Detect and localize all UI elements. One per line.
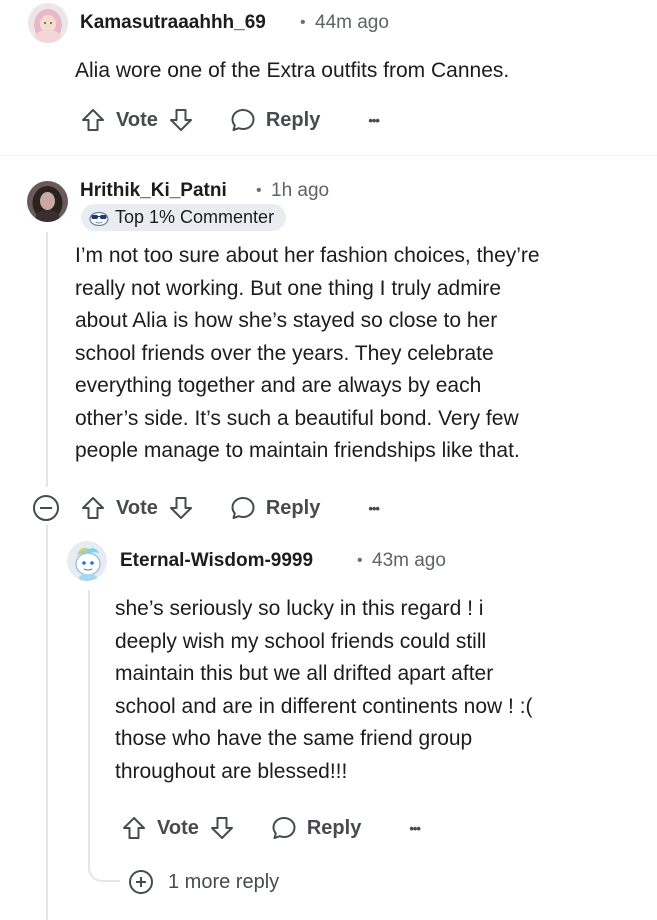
- avatar[interactable]: [27, 181, 68, 222]
- upvote-arrow-icon: [82, 109, 104, 131]
- reply-label: Reply: [265, 496, 321, 519]
- reply-connector: [88, 860, 120, 882]
- comment-body-line: other’s side. It’s such a beautiful bond…: [75, 406, 519, 430]
- avatar-pink-hair-icon: [28, 3, 68, 43]
- comment-body: she’s seriously so lucky in this regard …: [115, 593, 533, 788]
- reply-button[interactable]: Reply: [230, 107, 320, 133]
- comment-body-line: maintain this but we all drifted apart a…: [115, 662, 494, 685]
- more-options-icon: •••: [368, 500, 380, 516]
- collapse-minus-icon: [33, 495, 59, 521]
- thread-line: [88, 590, 90, 870]
- avatar-dark-hair-icon: [27, 181, 68, 222]
- comment-timestamp: 1h ago: [271, 180, 330, 201]
- downvote-arrow-icon: [210, 817, 233, 839]
- vote-label: Vote: [116, 108, 158, 131]
- comment-actions: Vote Reply •••: [121, 808, 421, 848]
- downvote-arrow-icon: [169, 109, 192, 131]
- avatar[interactable]: [67, 541, 107, 581]
- comment-body: Alia wore one of the Extra outfits from …: [75, 55, 509, 88]
- comment-body-line: school friends over the years. They cele…: [75, 341, 494, 365]
- more-options-button[interactable]: •••: [368, 500, 380, 516]
- downvote-arrow-icon: [169, 497, 192, 519]
- comment-body-line: deeply wish my school friends could stil…: [115, 629, 487, 653]
- vote-label: Vote: [157, 816, 199, 839]
- thread-line: [46, 525, 48, 920]
- avatar-unicorn-snoo-icon: [67, 541, 107, 581]
- collapse-button[interactable]: [32, 494, 60, 522]
- vote-label: Vote: [116, 496, 158, 519]
- separator-dot: •: [256, 182, 262, 199]
- downvote-button[interactable]: [209, 815, 235, 841]
- upvote-button[interactable]: Vote: [121, 815, 209, 841]
- comment-actions: Vote Reply •••: [80, 100, 380, 140]
- more-replies-button[interactable]: 1 more reply: [128, 869, 279, 895]
- more-replies-label: 1 more reply: [168, 870, 280, 893]
- comment-body-line: she’s seriously so lucky in this regard …: [115, 597, 484, 620]
- comment-divider: [0, 155, 657, 156]
- speech-bubble-icon: [231, 497, 255, 519]
- comment-actions: Vote Reply •••: [80, 488, 380, 528]
- more-options-icon: •••: [409, 820, 421, 836]
- upvote-button[interactable]: Vote: [80, 495, 168, 521]
- comment-username[interactable]: Eternal-Wisdom-9999: [120, 549, 313, 573]
- badge-label: Top 1% Commenter: [115, 207, 275, 227]
- separator-dot: •: [357, 552, 363, 569]
- comment-body-line: those who have the same friend group: [115, 727, 473, 750]
- comment-timestamp: 44m ago: [315, 12, 389, 33]
- separator-dot: •: [300, 14, 306, 31]
- upvote-arrow-icon: [82, 497, 104, 519]
- comment-username[interactable]: Hrithik_Ki_Patni: [80, 179, 227, 203]
- comment-body-line: Alia wore one of the Extra outfits from …: [75, 59, 510, 82]
- speech-bubble-icon: [272, 817, 296, 839]
- avatar[interactable]: [28, 3, 68, 43]
- comment-body-line: everything together and are always by ea…: [75, 374, 482, 397]
- more-options-button[interactable]: •••: [368, 112, 380, 128]
- comment-body-line: throughout are blessed!!!: [115, 759, 348, 783]
- comment-body: I’m not too sure about her fashion choic…: [75, 240, 540, 468]
- sunglasses-snoo-icon: [89, 211, 109, 226]
- comment-timestamp: 43m ago: [372, 550, 446, 571]
- comment-body-line: people manage to maintain friendships li…: [75, 439, 520, 462]
- upvote-arrow-icon: [123, 817, 145, 839]
- comment-username[interactable]: Kamasutraaahhh_69: [80, 11, 266, 35]
- more-options-icon: •••: [368, 112, 380, 128]
- comment-body-line: I’m not too sure about her fashion choic…: [75, 244, 540, 267]
- thread-line: [46, 232, 48, 487]
- reply-label: Reply: [265, 108, 321, 131]
- comment-body-line: really not working. But one thing I trul…: [75, 276, 502, 300]
- downvote-button[interactable]: [168, 495, 194, 521]
- reply-button[interactable]: Reply: [271, 815, 361, 841]
- more-options-button[interactable]: •••: [409, 820, 421, 836]
- plus-circle-icon: [129, 870, 153, 894]
- comment-body-line: school and are in different continents n…: [115, 694, 533, 718]
- comment-body-line: about Alia is how she’s stayed so close …: [75, 309, 498, 332]
- reply-label: Reply: [306, 816, 362, 839]
- upvote-button[interactable]: Vote: [80, 107, 168, 133]
- reply-button[interactable]: Reply: [230, 495, 320, 521]
- downvote-button[interactable]: [168, 107, 194, 133]
- top-commenter-badge[interactable]: Top 1% Commenter: [81, 204, 287, 231]
- speech-bubble-icon: [231, 109, 255, 131]
